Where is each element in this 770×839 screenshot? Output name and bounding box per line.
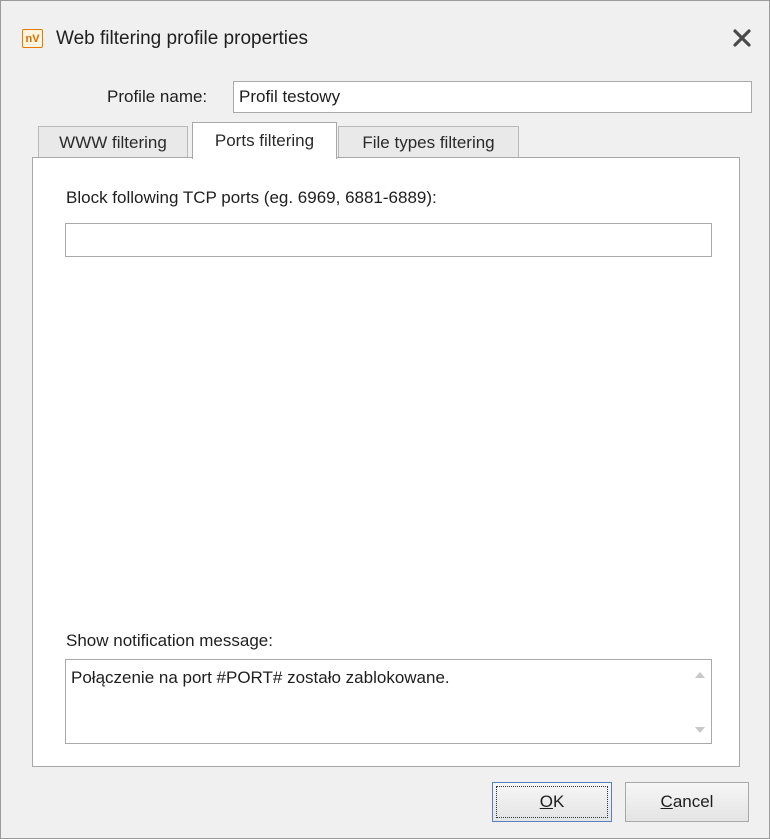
profile-name-label: Profile name: <box>107 87 208 106</box>
close-button[interactable] <box>727 23 757 53</box>
tcp-ports-input[interactable] <box>65 223 712 257</box>
app-logo-icon: nV <box>22 29 43 48</box>
ok-button[interactable]: OK <box>492 782 612 822</box>
title-bar: nV Web filtering profile properties <box>1 1 769 69</box>
tab-file-types-filtering[interactable]: File types filtering <box>338 126 519 158</box>
tcp-ports-label: Block following TCP ports (eg. 6969, 688… <box>66 188 437 207</box>
tab-ports-filtering-label: Ports filtering <box>214 131 315 150</box>
tab-file-types-filtering-label: File types filtering <box>362 132 495 152</box>
tab-www-filtering-label: WWW filtering <box>59 132 167 152</box>
profile-name-input[interactable] <box>233 81 752 113</box>
notification-message-text: Połączenie na port #PORT# zostało zablok… <box>71 668 450 687</box>
tab-ports-filtering[interactable]: Ports filtering <box>192 122 337 159</box>
tab-www-filtering[interactable]: WWW filtering <box>38 126 188 158</box>
cancel-button[interactable]: Cancel <box>625 782 749 822</box>
chevron-up-icon <box>695 672 705 678</box>
dialog-window: nV Web filtering profile properties Prof… <box>0 0 770 839</box>
cancel-button-label: Cancel <box>660 792 714 811</box>
scroll-down-button[interactable] <box>693 723 707 737</box>
notification-message-label: Show notification message: <box>66 631 273 650</box>
close-icon <box>733 29 751 47</box>
window-title: Web filtering profile properties <box>56 28 309 49</box>
focus-ring <box>496 786 608 818</box>
notification-message-textarea[interactable]: Połączenie na port #PORT# zostało zablok… <box>65 659 712 744</box>
chevron-down-icon <box>695 727 705 733</box>
scroll-up-button[interactable] <box>693 668 707 682</box>
